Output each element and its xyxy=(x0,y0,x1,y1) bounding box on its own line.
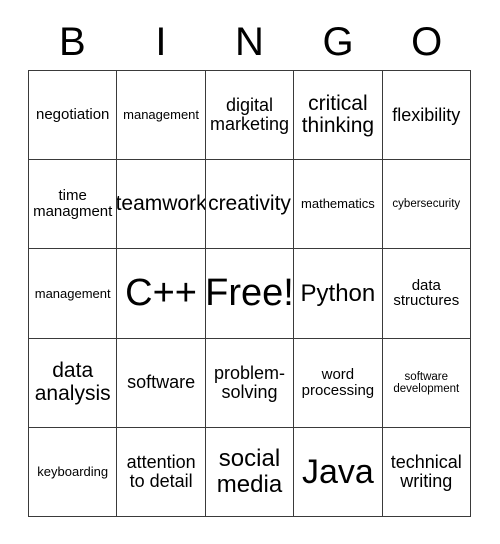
bingo-square[interactable]: digital marketing xyxy=(205,71,295,161)
bingo-square-label: critical thinking xyxy=(301,91,375,138)
bingo-square-label: software xyxy=(127,372,196,393)
bingo-square-label: social media xyxy=(216,445,283,498)
bingo-square-label: negotiation xyxy=(35,106,110,124)
bingo-square[interactable]: mathematics xyxy=(294,160,383,250)
bingo-square-label: Java xyxy=(301,452,374,491)
bingo-square[interactable]: C++ xyxy=(117,249,206,339)
bingo-square-label: time managment xyxy=(33,187,113,221)
bingo-square-label: management xyxy=(123,107,200,123)
bingo-header-letter-g: G xyxy=(322,20,354,64)
bingo-square[interactable]: cybersecurity xyxy=(382,160,471,250)
bingo-square[interactable]: software development xyxy=(382,338,471,428)
bingo-square-label: mathematics xyxy=(301,196,375,212)
bingo-card: B I N G O negotiation management digital marke… xyxy=(0,0,500,544)
bingo-header-row: BINGO xyxy=(28,18,471,66)
bingo-header-letter-o: O xyxy=(411,20,443,64)
bingo-square-label: management xyxy=(34,285,111,301)
bingo-square[interactable]: word processing xyxy=(294,338,383,428)
bingo-square-label: data structures xyxy=(393,276,460,310)
bingo-square-label: attention to detail xyxy=(126,451,196,491)
bingo-square-label: keyboarding xyxy=(37,464,109,479)
bingo-square[interactable]: management xyxy=(29,249,118,339)
bingo-square[interactable]: software xyxy=(117,338,206,428)
bingo-square[interactable]: Python xyxy=(294,249,383,339)
bingo-square-label: C++ xyxy=(125,272,197,315)
bingo-square-label: Python xyxy=(300,279,376,307)
bingo-square-label: digital marketing xyxy=(209,95,289,135)
bingo-square-label: cybersecurity xyxy=(392,198,461,211)
bingo-square[interactable]: creativity xyxy=(205,160,295,250)
bingo-square-label: word processing xyxy=(301,365,375,399)
bingo-square-label: technical writing xyxy=(390,451,462,491)
bingo-free-space[interactable]: Free! xyxy=(205,249,295,339)
bingo-square[interactable]: technical writing xyxy=(382,427,471,517)
bingo-square[interactable]: keyboarding xyxy=(29,427,118,517)
bingo-square[interactable]: negotiation xyxy=(29,71,118,161)
bingo-square[interactable]: flexibility xyxy=(382,71,471,161)
bingo-square[interactable]: Java xyxy=(294,427,383,517)
bingo-header-letter-n: N xyxy=(235,20,264,64)
bingo-square[interactable]: problem- solving xyxy=(205,338,295,428)
bingo-square-label: Free! xyxy=(205,272,294,315)
bingo-square-label: data analysis xyxy=(34,359,111,405)
bingo-header-letter-b: B xyxy=(58,20,86,64)
bingo-square[interactable]: data analysis xyxy=(29,338,118,428)
bingo-square[interactable]: attention to detail xyxy=(117,427,206,517)
bingo-square[interactable]: social media xyxy=(205,427,295,517)
bingo-square[interactable]: teamwork xyxy=(117,160,206,250)
bingo-header-letter-i: I xyxy=(155,20,167,64)
bingo-square-label: software development xyxy=(393,370,460,395)
bingo-square[interactable]: management xyxy=(117,71,206,161)
bingo-square[interactable]: time managment xyxy=(29,160,118,250)
bingo-square-label: flexibility xyxy=(392,104,461,125)
bingo-square[interactable]: data structures xyxy=(382,249,471,339)
bingo-square[interactable]: critical thinking xyxy=(294,71,383,161)
bingo-square-label: creativity xyxy=(208,192,291,216)
bingo-grid: negotiation management digital marketing cr… xyxy=(28,70,471,517)
bingo-square-label: teamwork xyxy=(117,192,206,216)
bingo-square-label: problem- solving xyxy=(213,362,285,402)
